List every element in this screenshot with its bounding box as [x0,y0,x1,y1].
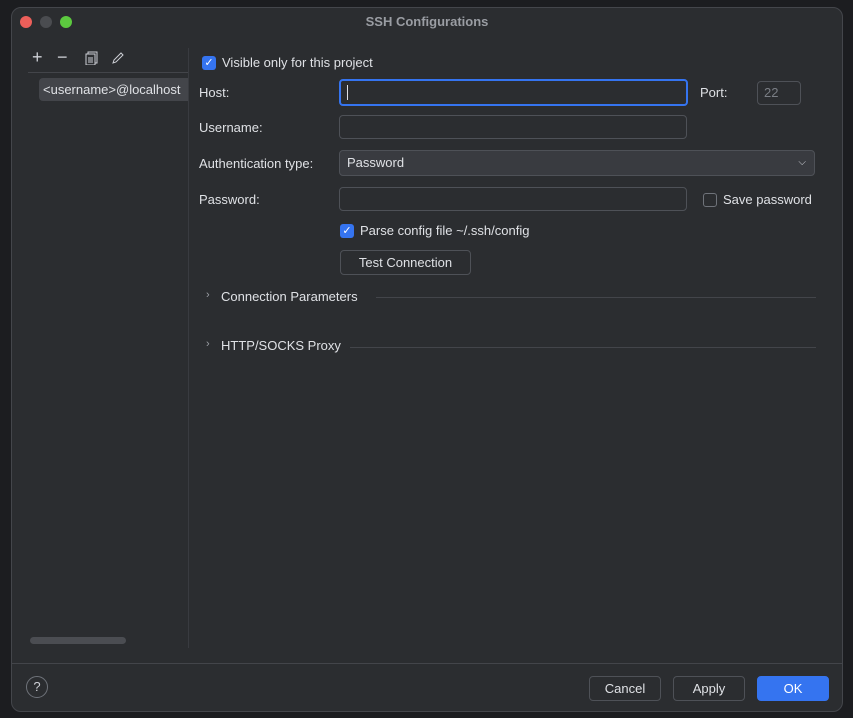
footer-divider [12,663,842,664]
password-input[interactable] [339,187,687,211]
add-icon[interactable]: + [32,48,43,66]
username-input[interactable] [339,115,687,139]
list-item[interactable]: <username>@localhost [39,78,189,101]
chevron-down-icon: ⌵ [798,157,806,168]
password-label: Password: [199,192,260,207]
auth-type-select[interactable]: Password ⌵ [339,150,815,176]
parse-config-checkbox[interactable]: ✓ [340,224,354,238]
ok-button[interactable]: OK [757,676,829,701]
pencil-icon[interactable] [111,51,125,65]
section-divider [376,297,816,298]
window-title: SSH Configurations [365,14,489,29]
port-label: Port: [700,85,728,100]
help-button[interactable]: ? [26,676,48,698]
horizontal-scrollbar[interactable] [30,637,126,644]
host-label: Host: [199,85,230,100]
ssh-configurations-dialog: SSH Configurations + − <username>@localh… [11,7,843,712]
panel-divider[interactable] [188,48,189,648]
connection-parameters-toggle[interactable]: Connection Parameters [221,289,358,304]
visible-only-checkbox[interactable]: ✓ [202,56,216,70]
host-input[interactable] [339,79,688,106]
toolbar-divider [28,72,189,73]
visible-only-label: Visible only for this project [222,55,373,70]
save-password-checkbox[interactable] [703,193,717,207]
chevron-right-icon[interactable]: › [206,289,210,301]
port-input[interactable]: 22 [757,81,801,105]
cancel-button[interactable]: Cancel [589,676,661,701]
parse-config-label: Parse config file ~/.ssh/config [360,223,530,238]
apply-button[interactable]: Apply [673,676,745,701]
test-connection-button[interactable]: Test Connection [340,250,471,275]
section-divider [350,347,816,348]
proxy-toggle[interactable]: HTTP/SOCKS Proxy [221,338,341,353]
remove-icon[interactable]: − [57,48,68,66]
username-label: Username: [199,120,263,135]
chevron-right-icon[interactable]: › [206,338,210,350]
copy-icon[interactable] [85,51,99,65]
auth-type-value: Password [347,155,405,170]
save-password-label: Save password [723,192,812,207]
auth-type-label: Authentication type: [199,156,314,171]
